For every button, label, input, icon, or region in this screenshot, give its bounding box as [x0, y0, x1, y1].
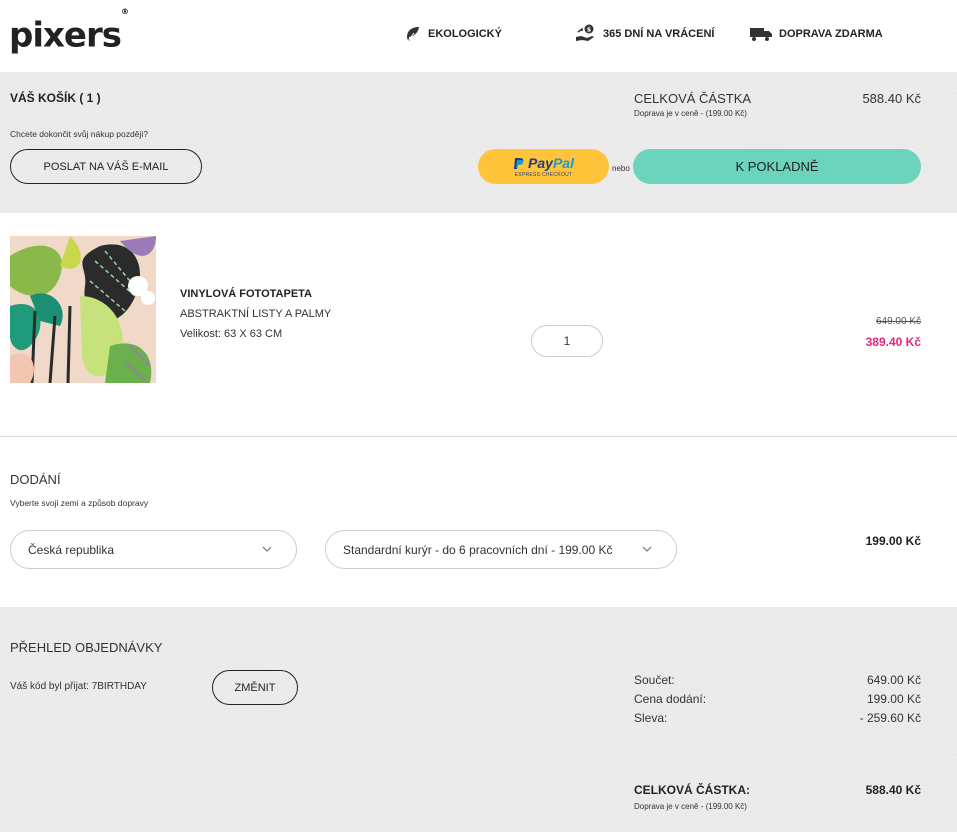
discount-label: Sleva: [634, 711, 668, 725]
product-size: Velikost: 63 X 63 CM [180, 328, 283, 340]
product-image[interactable] [10, 236, 156, 383]
subtotal-row: Součet: 649.00 Kč [634, 673, 921, 687]
feature-shipping-label: DOPRAVA ZDARMA [779, 28, 883, 40]
cart-section: VÁŠ KOŠÍK ( 1 ) Chcete dokončit svůj nák… [0, 72, 957, 213]
product-type: VINYLOVÁ FOTOTAPETA [180, 288, 313, 300]
money-return-icon: $ [576, 24, 594, 41]
feature-returns: $ 365 DNÍ NA VRÁCENÍ [575, 24, 714, 44]
pixers-logo[interactable]: pixers® [9, 7, 129, 53]
shipping-cost-row: Cena dodání: 199.00 Kč [634, 692, 921, 706]
paypal-p-icon [514, 157, 524, 169]
subtotal-label: Součet: [634, 673, 675, 687]
original-price: 649.00 Kč [875, 316, 921, 327]
cart-total-value: 588.40 Kč [862, 91, 921, 106]
cart-title: VÁŠ KOŠÍK ( 1 ) [10, 91, 101, 105]
discount-row: Sleva: - 259.60 Kč [634, 711, 921, 725]
final-total-value: 588.40 Kč [865, 783, 921, 797]
leaf-icon [407, 27, 419, 42]
chevron-down-icon [262, 546, 272, 552]
paypal-subtext: EXPRESS CHECKOUT [514, 172, 573, 178]
subtotal-value: 649.00 Kč [866, 673, 921, 687]
promo-code-text: Váš kód byl přijat: 7BIRTHDAY [10, 681, 147, 692]
cart-total-label: CELKOVÁ ČÁSTKA [634, 91, 752, 106]
cart-shipping-note: Doprava je v ceně - (199.00 Kč) [634, 109, 747, 118]
shipping-method-value: Standardní kurýr - do 6 pracovních dní -… [343, 542, 613, 557]
order-summary-title: PŘEHLED OBJEDNÁVKY [10, 640, 163, 655]
discounted-price: 389.40 Kč [865, 335, 921, 349]
chevron-down-icon [642, 546, 652, 552]
order-summary-section: PŘEHLED OBJEDNÁVKY Váš kód byl přijat: 7… [0, 607, 957, 832]
send-email-button[interactable]: POSLAT NA VÁŠ E-MAIL [10, 149, 202, 184]
feature-shipping: DOPRAVA ZDARMA [749, 24, 883, 44]
truck-icon [750, 28, 772, 41]
paypal-logo: Pay Pal [513, 155, 574, 171]
site-header: pixers® EKOLOGICKÝ $ 365 DNÍ NA VRÁCENÍ … [0, 0, 957, 72]
final-total-label: CELKOVÁ ČÁSTKA: [634, 783, 750, 797]
country-value: Česká republika [28, 542, 115, 557]
shipping-method-select[interactable]: Standardní kurýr - do 6 pracovních dní -… [325, 530, 677, 569]
save-later-text: Chcete dokončit svůj nákup později? [10, 129, 148, 139]
shipping-cost-label: Cena dodání: [634, 692, 707, 706]
final-shipping-note: Doprava je v ceně - (199.00 Kč) [634, 802, 747, 811]
feature-eco: EKOLOGICKÝ [404, 24, 502, 44]
paypal-pal-text: Pal [552, 155, 574, 171]
quantity-input[interactable]: 1 [531, 325, 603, 357]
country-select[interactable]: Česká republika [10, 530, 297, 569]
change-code-button[interactable]: ZMĚNIT [212, 670, 298, 705]
delivery-section: DODÁNÍ Vyberte svoji zemi a způsob dopra… [0, 437, 957, 607]
paypal-checkout-button[interactable]: Pay Pal EXPRESS CHECKOUT [478, 149, 609, 184]
product-name[interactable]: ABSTRAKTNÍ LISTY A PALMY [180, 308, 331, 320]
discount-value: - 259.60 Kč [859, 711, 921, 725]
feature-eco-label: EKOLOGICKÝ [428, 28, 502, 40]
or-text: nebo [612, 164, 630, 173]
checkout-button[interactable]: K POKLADNĚ [633, 149, 921, 184]
shipping-cost-value: 199.00 Kč [866, 692, 921, 706]
feature-returns-label: 365 DNÍ NA VRÁCENÍ [603, 28, 715, 40]
delivery-title: DODÁNÍ [10, 472, 61, 487]
svg-text:$: $ [587, 27, 591, 34]
cart-item: VINYLOVÁ FOTOTAPETA ABSTRAKTNÍ LISTY A P… [0, 213, 957, 437]
paypal-pay-text: Pay [528, 155, 553, 171]
delivery-price: 199.00 Kč [865, 534, 921, 548]
delivery-subtitle: Vyberte svoji zemi a způsob dopravy [10, 498, 149, 508]
